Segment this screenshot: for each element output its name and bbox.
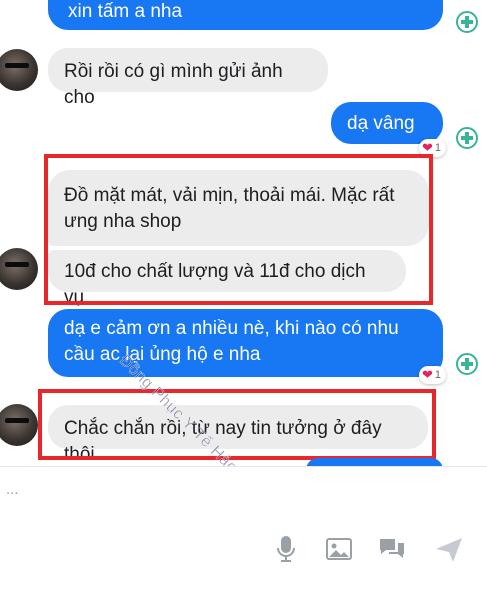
message-text: 10đ cho chất lượng và 11đ cho dịch vụ — [64, 261, 366, 308]
chat-bubbles-icon[interactable] — [378, 537, 406, 561]
send-icon[interactable] — [435, 537, 463, 563]
reaction-count: 1 — [434, 369, 442, 381]
outgoing-message-bubble[interactable]: dạ e cảm ơn a nhiều nè, khi nào có nhu c… — [48, 309, 443, 377]
incoming-message-bubble[interactable]: Chắc chắn rồi, từ nay tin tưởng ở đây th… — [48, 405, 428, 465]
medical-cross-icon — [456, 353, 478, 375]
message-text: Đồ mặt mát, vải mịn, thoải mái. Mặc rất … — [64, 185, 395, 232]
message-text: dạ vâng ạ — [347, 113, 415, 160]
incoming-message-bubble[interactable]: 10đ cho chất lượng và 11đ cho dịch vụ — [48, 250, 406, 308]
contact-avatar[interactable] — [0, 404, 38, 446]
incoming-message-bubble[interactable]: Đồ mặt mát, vải mịn, thoải mái. Mặc rất … — [48, 170, 429, 246]
outgoing-message-bubble[interactable]: dạ vâng ạ — [331, 102, 443, 160]
message-text: xin tấm a nha — [68, 1, 183, 22]
reaction-count: 1 — [434, 142, 442, 154]
outgoing-message-bubble[interactable]: xin tấm a nha — [48, 0, 443, 30]
message-text: Rồi rồi có gì mình gửi ảnh cho — [64, 61, 283, 108]
image-icon[interactable] — [326, 538, 352, 560]
medical-cross-icon — [456, 127, 478, 149]
contact-avatar[interactable] — [0, 49, 38, 91]
reaction-badge[interactable]: ❤ 1 — [419, 139, 447, 157]
heart-icon: ❤ — [422, 367, 433, 382]
message-text: dạ e cảm ơn a nhiều nè, khi nào có nhu c… — [64, 318, 399, 365]
composer-placeholder: ... — [6, 481, 19, 498]
incoming-message-bubble[interactable]: Rồi rồi có gì mình gửi ảnh cho — [48, 48, 328, 108]
contact-avatar[interactable] — [0, 248, 38, 290]
message-composer[interactable]: ... — [0, 466, 487, 601]
reaction-badge[interactable]: ❤ 1 — [419, 366, 447, 384]
microphone-icon[interactable] — [276, 535, 296, 563]
medical-cross-icon — [456, 11, 478, 33]
heart-icon: ❤ — [422, 140, 433, 155]
